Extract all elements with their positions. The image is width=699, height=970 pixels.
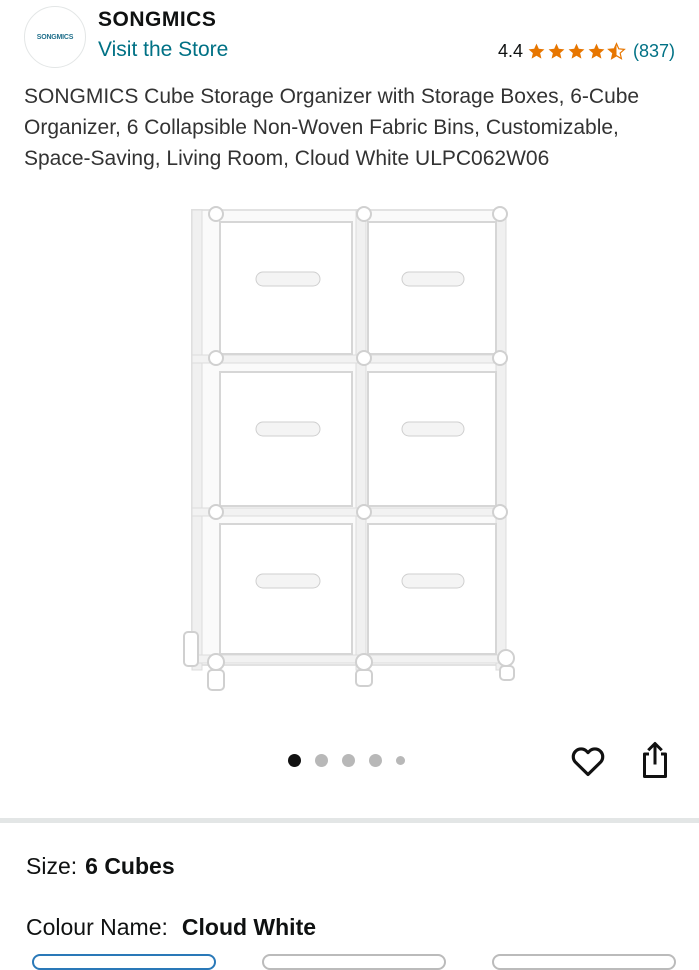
colour-swatch-selected[interactable] <box>32 954 216 970</box>
colour-swatch[interactable] <box>262 954 446 970</box>
size-label: Size: <box>26 853 78 879</box>
star-icon <box>588 43 605 59</box>
carousel-dot[interactable] <box>288 754 301 767</box>
rating-value: 4.4 <box>497 41 523 61</box>
half-star-icon <box>607 42 626 60</box>
product-image[interactable] <box>180 200 520 700</box>
image-carousel-dots[interactable] <box>288 754 405 767</box>
visit-store-link[interactable]: Visit the Store <box>98 38 228 62</box>
size-value: 6 Cubes <box>85 853 175 879</box>
size-selection: Size: 6 Cubes <box>26 853 175 880</box>
share-icon[interactable] <box>637 740 673 780</box>
rating-count: (837) <box>632 41 675 61</box>
product-title: SONGMICS Cube Storage Organizer with Sto… <box>24 85 640 170</box>
colour-selection: Colour Name: Cloud White <box>26 914 316 941</box>
carousel-dot[interactable] <box>396 756 405 765</box>
star-icon <box>528 43 545 59</box>
colour-value: Cloud White <box>181 914 317 940</box>
carousel-dot[interactable] <box>315 754 328 767</box>
star-icon <box>548 43 565 59</box>
colour-swatch[interactable] <box>492 954 676 970</box>
section-divider <box>0 818 699 823</box>
brand-name[interactable]: SONGMICS <box>98 8 216 32</box>
carousel-dot[interactable] <box>342 754 355 767</box>
rating-summary[interactable]: 4.4 (837) <box>498 41 675 62</box>
colour-label: Colour Name: <box>26 914 168 940</box>
star-rating <box>527 42 626 61</box>
heart-icon[interactable] <box>569 742 607 780</box>
brand-logo[interactable]: SONGMICS <box>24 6 86 68</box>
star-icon <box>568 43 585 59</box>
brand-logo-text: SONGMICS <box>36 33 74 41</box>
carousel-dot[interactable] <box>369 754 382 767</box>
